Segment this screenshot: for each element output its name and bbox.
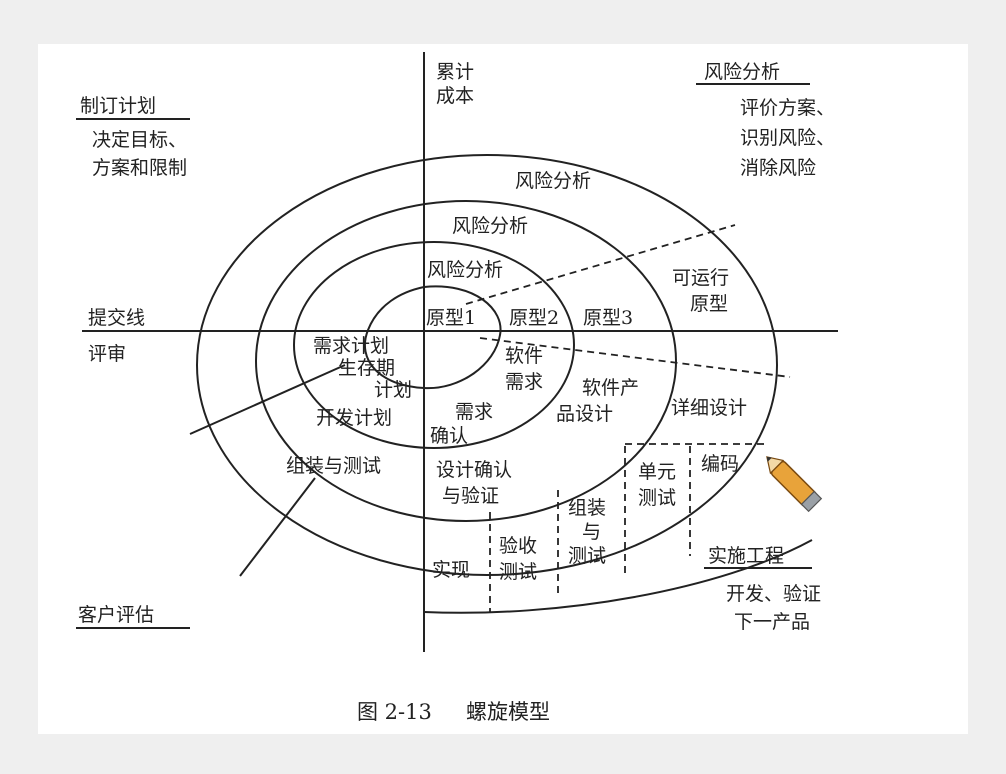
risk-title: 风险分析 bbox=[704, 61, 780, 83]
acceptance-test-2: 测试 bbox=[499, 561, 537, 583]
spiral-model-diagram: 累计 成本 制订计划 决定目标、 方案和限制 风险分析 评价方案、 识别风险、 … bbox=[76, 52, 838, 724]
development-plan: 开发计划 bbox=[316, 407, 392, 429]
integration-test-plan: 组装与测试 bbox=[286, 455, 381, 477]
product-design-2: 品设计 bbox=[556, 403, 613, 425]
detailed-design: 详细设计 bbox=[671, 397, 747, 419]
evaluate-title: 客户评估 bbox=[78, 604, 154, 626]
engineering-title: 实施工程 bbox=[708, 545, 784, 567]
axis-top-label-2: 成本 bbox=[436, 85, 474, 107]
integration-test-1: 组装 bbox=[568, 497, 606, 519]
plan-title: 制订计划 bbox=[80, 95, 156, 117]
operational-prototype-2: 原型 bbox=[690, 293, 728, 315]
requirements-validation-2: 确认 bbox=[430, 425, 468, 447]
prototype-3: 原型3 bbox=[583, 307, 633, 329]
unit-test-1: 单元 bbox=[638, 461, 676, 483]
risk-line-2: 识别风险、 bbox=[740, 127, 835, 149]
lifecycle-plan-1: 生存期 bbox=[338, 357, 395, 379]
integration-test-3: 测试 bbox=[568, 545, 606, 567]
pencil-icon bbox=[766, 456, 823, 513]
risk-analysis-inner: 风险分析 bbox=[427, 259, 503, 281]
acceptance-test-1: 验收 bbox=[499, 535, 537, 557]
figure-number: 图 2-13 bbox=[357, 700, 432, 724]
engineering-line-2: 下一产品 bbox=[734, 611, 810, 633]
implementation: 实现 bbox=[432, 559, 470, 581]
risk-analysis-middle: 风险分析 bbox=[452, 215, 528, 237]
plan-line-2: 方案和限制 bbox=[92, 157, 187, 179]
engineering-line-1: 开发、验证 bbox=[726, 583, 821, 605]
integration-test-2: 与 bbox=[582, 521, 601, 543]
risk-line-3: 消除风险 bbox=[740, 157, 816, 179]
design-verification-2: 与验证 bbox=[442, 485, 499, 507]
figure-title: 螺旋模型 bbox=[466, 700, 550, 724]
commit-line-label: 提交线 bbox=[88, 307, 145, 329]
operational-prototype-1: 可运行 bbox=[672, 267, 729, 289]
requirements-plan: 需求计划 bbox=[313, 335, 389, 357]
axis-top-label-1: 累计 bbox=[436, 61, 474, 83]
product-design-1: 软件产 bbox=[582, 377, 639, 399]
unit-test-2: 测试 bbox=[638, 487, 676, 509]
software-requirements-2: 需求 bbox=[505, 371, 543, 393]
risk-line-1: 评价方案、 bbox=[740, 97, 835, 119]
coding: 编码 bbox=[701, 453, 739, 475]
software-requirements-1: 软件 bbox=[505, 345, 543, 367]
lifecycle-plan-2: 计划 bbox=[374, 379, 412, 401]
design-verification-1: 设计确认 bbox=[436, 459, 512, 481]
prototype-2: 原型2 bbox=[509, 307, 559, 329]
requirements-validation-1: 需求 bbox=[455, 401, 493, 423]
review-label: 评审 bbox=[88, 343, 126, 365]
prototype-1: 原型1 bbox=[426, 307, 476, 329]
risk-analysis-outer: 风险分析 bbox=[515, 170, 591, 192]
plan-line-1: 决定目标、 bbox=[92, 129, 187, 151]
